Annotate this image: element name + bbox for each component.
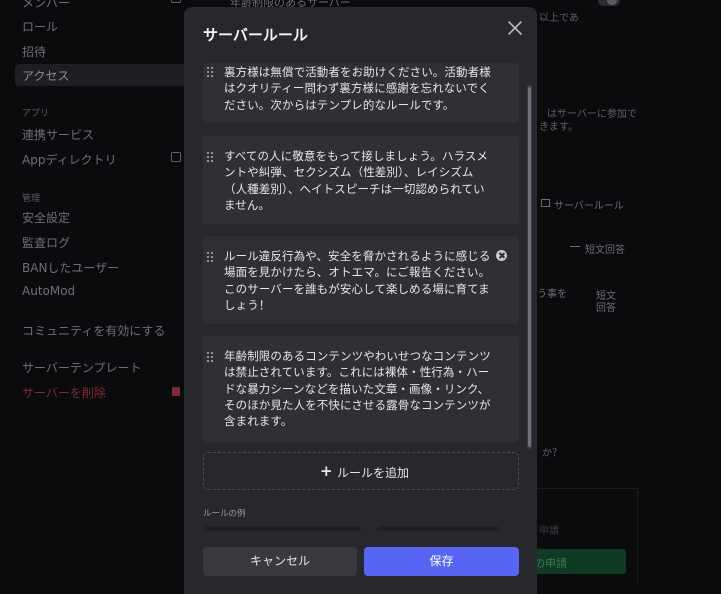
- sidebar-item-app-directory[interactable]: Appディレクトリ: [22, 151, 117, 168]
- cancel-button[interactable]: キャンセル: [203, 547, 357, 576]
- rule-examples-heading: ルールの例: [203, 509, 246, 519]
- rules-list[interactable]: 裏方様は無償で活動者をお助けください。活動者様はクオリティー問わず裏方様に感謝を…: [184, 63, 537, 497]
- document-icon: [541, 199, 550, 207]
- rule-item[interactable]: すべての人に敬意をもって接しましょう。ハラスメントや糾弾、セクシズム（性差別）、…: [203, 136, 519, 224]
- sidebar-item-roles[interactable]: ロール: [22, 18, 58, 35]
- divider: [637, 488, 638, 583]
- bg-text: きます。: [539, 122, 578, 133]
- rule-text[interactable]: 裏方様は無償で活動者をお助けください。活動者様はクオリティー問わず裏方様に感謝を…: [224, 64, 496, 113]
- settings-sidebar: メンバー ロール 招待 アクセス アプリ 連携サービス Appディレクトリ 管理…: [0, 0, 195, 594]
- rule-item[interactable]: 年齢制限のあるコンテンツやわいせつなコンテンツは禁止されています。これには裸体・…: [203, 336, 519, 442]
- sidebar-item-invites[interactable]: 招待: [22, 43, 46, 60]
- sidebar-item-access[interactable]: アクセス: [15, 64, 190, 86]
- drag-handle-icon[interactable]: [207, 152, 215, 164]
- sidebar-item-automod[interactable]: AutoMod: [22, 284, 75, 298]
- rule-item[interactable]: ルール違反行為や、安全を脅かされるように感じる場面を見かけたら、オトエマ。にご報…: [203, 236, 519, 324]
- rule-text[interactable]: すべての人に敬意をもって接しましょう。ハラスメントや糾弾、セクシズム（性差別）、…: [224, 148, 496, 213]
- sidebar-item-integrations[interactable]: 連携サービス: [22, 126, 94, 143]
- bg-text: 以上であ: [539, 13, 579, 24]
- drag-handle-icon[interactable]: [207, 67, 215, 79]
- bg-text: う事を: [537, 289, 567, 300]
- sidebar-item-members[interactable]: メンバー: [22, 0, 70, 11]
- save-button[interactable]: 保存: [364, 547, 519, 576]
- sidebar-heading-apps: アプリ: [22, 109, 50, 119]
- bg-short-answer: 短文回答: [585, 245, 625, 256]
- drag-handle-icon[interactable]: [207, 252, 215, 264]
- sidebar-item-server-template[interactable]: サーバーテンプレート: [22, 359, 142, 376]
- sidebar-item-delete-server[interactable]: サーバーを削除: [22, 384, 106, 401]
- external-link-icon: [171, 0, 181, 3]
- trash-icon: [172, 387, 180, 396]
- short-answer-icon: [570, 246, 580, 247]
- modal-title: サーバールール: [203, 26, 308, 44]
- sidebar-item-bans[interactable]: BANしたユーザー: [22, 259, 119, 276]
- sidebar-item-audit-log[interactable]: 監査ログ: [22, 234, 70, 251]
- modal-footer: キャンセル 保存: [184, 531, 537, 594]
- sidebar-item-safety[interactable]: 安全設定: [22, 209, 70, 226]
- add-rule-button[interactable]: + ルールを追加: [203, 452, 519, 490]
- rule-text[interactable]: ルール違反行為や、安全を脅かされるように感じる場面を見かけたら、オトエマ。にご報…: [224, 248, 496, 313]
- bg-content-right: 以上であ はサーバーに参加で きます。 サーバールール 短文回答 う事を 短文 …: [537, 0, 721, 594]
- sidebar-item-enable-community[interactable]: コミュニティを有効にする: [22, 322, 165, 339]
- add-rule-label: ルールを追加: [337, 466, 410, 480]
- divider: [537, 488, 637, 489]
- external-link-icon: [171, 152, 181, 162]
- rule-text[interactable]: 年齢制限のあるコンテンツやわいせつなコンテンツは禁止されています。これには裸体・…: [224, 348, 496, 429]
- plus-icon: +: [320, 462, 333, 480]
- bg-text: 申請: [539, 526, 559, 537]
- bg-server-rules-tag: サーバールール: [554, 201, 624, 212]
- scrollbar-thumb[interactable]: [528, 87, 531, 447]
- remove-rule-icon[interactable]: [496, 250, 507, 261]
- bg-text: か？: [542, 448, 562, 459]
- close-icon[interactable]: [506, 19, 524, 37]
- rule-item[interactable]: 裏方様は無償で活動者をお助けください。活動者様はクオリティー問わず裏方様に感謝を…: [203, 63, 519, 123]
- drag-handle-icon[interactable]: [207, 352, 215, 364]
- bg-short-answer: 回答: [596, 303, 616, 314]
- server-rules-modal: サーバールール 裏方様は無償で活動者をお助けください。活動者様はクオリティー問わ…: [184, 7, 537, 594]
- screen: メンバー ロール 招待 アクセス アプリ 連携サービス Appディレクトリ 管理…: [0, 0, 721, 594]
- sidebar-heading-moderation: 管理: [22, 194, 41, 204]
